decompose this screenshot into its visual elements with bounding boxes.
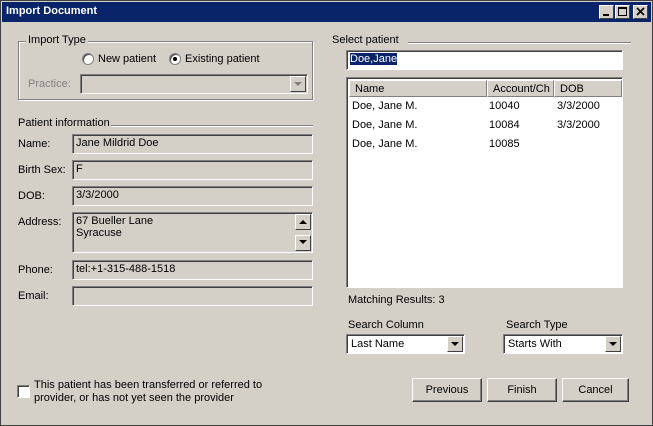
referral-checkbox[interactable] [17, 385, 30, 398]
address-label: Address: [18, 216, 62, 228]
table-row[interactable]: Doe, Jane M. 10040 3/3/2000 [349, 97, 622, 116]
referral-label-line1[interactable]: This patient has been transferred or ref… [34, 379, 262, 391]
chevron-down-icon [609, 342, 617, 346]
column-header-dob[interactable]: DOB [554, 80, 622, 97]
referral-label-line2[interactable]: provider, or has not yet seen the provid… [34, 392, 234, 404]
arrow-down-icon [299, 240, 307, 244]
search-column-value: Last Name [351, 338, 405, 350]
address-field: 67 Bueller Lane Syracuse [72, 212, 313, 253]
table-row[interactable]: Doe, Jane M. 10084 3/3/2000 [349, 116, 622, 135]
row-dob: 3/3/2000 [557, 100, 600, 112]
practice-dropdown[interactable] [80, 74, 308, 94]
address-scroll-up-button[interactable] [295, 214, 311, 230]
previous-button[interactable]: Previous [412, 378, 482, 402]
name-label: Name: [18, 138, 51, 150]
address-line-1: 67 Bueller Lane [76, 215, 154, 227]
maximize-button[interactable] [615, 5, 630, 19]
table-row[interactable]: Doe, Jane M. 10085 [349, 135, 622, 154]
email-field [72, 286, 313, 306]
close-icon [636, 7, 645, 16]
phone-label: Phone: [18, 264, 53, 276]
column-header-account[interactable]: Account/Ch [487, 80, 554, 97]
patient-search-input[interactable]: Doe,Jane [346, 50, 623, 70]
title-bar: Import Document [2, 2, 651, 22]
list-header: Name Account/Ch DOB [349, 80, 622, 97]
new-patient-radio[interactable] [82, 53, 94, 65]
search-column-dropdown[interactable]: Last Name [346, 334, 465, 354]
patient-info-divider [111, 125, 313, 126]
practice-label: Practice: [28, 78, 71, 90]
chevron-down-icon [294, 82, 302, 86]
search-column-dropdown-button[interactable] [447, 336, 463, 352]
search-type-dropdown-button[interactable] [605, 336, 621, 352]
select-patient-legend: Select patient [332, 34, 399, 46]
practice-dropdown-button[interactable] [290, 76, 306, 92]
name-field: Jane Mildrid Doe [72, 134, 313, 154]
patient-search-value: Doe,Jane [350, 53, 398, 65]
birth-sex-field: F [72, 160, 313, 180]
chevron-down-icon [451, 342, 459, 346]
patient-results-list[interactable]: Name Account/Ch DOB Doe, Jane M. 10040 3… [346, 77, 623, 288]
search-type-label: Search Type [506, 319, 568, 331]
search-column-label: Search Column [348, 319, 424, 331]
select-patient-divider [408, 42, 631, 43]
existing-patient-label[interactable]: Existing patient [185, 53, 260, 65]
matching-results: Matching Results: 3 [348, 294, 445, 306]
minimize-button[interactable] [599, 5, 614, 19]
search-type-dropdown[interactable]: Starts With [503, 334, 623, 354]
address-scroll-down-button[interactable] [295, 235, 311, 251]
phone-value: tel:+1-315-488-1518 [76, 263, 176, 275]
row-account: 10084 [489, 119, 520, 131]
import-document-window: Import Document Import Type New patient … [0, 0, 653, 426]
patient-info-legend: Patient information [18, 117, 110, 129]
name-value: Jane Mildrid Doe [76, 137, 159, 149]
import-type-legend: Import Type [26, 34, 88, 46]
existing-patient-radio[interactable] [169, 53, 181, 65]
arrow-up-icon [299, 220, 307, 224]
phone-field: tel:+1-315-488-1518 [72, 260, 313, 280]
minimize-icon [603, 14, 609, 16]
row-account: 10040 [489, 100, 520, 112]
dob-label: DOB: [18, 190, 45, 202]
new-patient-label[interactable]: New patient [98, 53, 156, 65]
address-line-2: Syracuse [76, 227, 122, 239]
birth-sex-label: Birth Sex: [18, 164, 66, 176]
search-type-value: Starts With [508, 338, 562, 350]
finish-button[interactable]: Finish [487, 378, 557, 402]
row-dob: 3/3/2000 [557, 119, 600, 131]
row-name: Doe, Jane M. [352, 119, 418, 131]
birth-sex-value: F [76, 163, 83, 175]
dob-field: 3/3/2000 [72, 186, 313, 206]
row-name: Doe, Jane M. [352, 138, 418, 150]
row-name: Doe, Jane M. [352, 100, 418, 112]
dob-value: 3/3/2000 [76, 189, 119, 201]
email-label: Email: [18, 290, 49, 302]
window-title: Import Document [6, 5, 98, 17]
close-button[interactable] [633, 5, 648, 19]
column-header-name[interactable]: Name [349, 80, 487, 97]
row-account: 10085 [489, 138, 520, 150]
cancel-button[interactable]: Cancel [562, 378, 629, 402]
maximize-icon [618, 7, 627, 16]
